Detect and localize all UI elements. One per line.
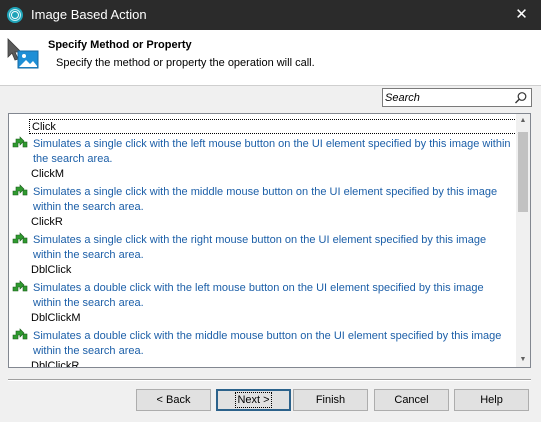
method-name: DblClick [31,264,72,276]
scroll-thumb[interactable] [518,132,528,212]
method-list-items: Click Simulates a single click with the l… [9,114,517,368]
method-item-click[interactable]: Click Simulates a single click with the l… [9,114,517,165]
method-name: DblClickM [31,312,81,324]
method-name: DblClickR [31,360,80,368]
window-title: Image Based Action [31,7,147,22]
help-button-label: Help [480,394,503,406]
method-item-clickm[interactable]: ClickM Simulates a single click with the … [9,162,517,213]
close-button[interactable]: ✕ [502,0,541,30]
divider-highlight [8,380,531,381]
method-icon [12,280,28,292]
search-icon[interactable] [514,91,528,105]
image-action-icon [7,38,39,69]
scroll-down-arrow-icon[interactable]: ▼ [516,353,530,367]
search-box[interactable] [382,88,532,107]
vertical-scrollbar[interactable]: ▲ ▼ [516,114,530,367]
cancel-button-label: Cancel [394,394,429,406]
method-item-dblclickm[interactable]: DblClickM Simulates a double click with t… [9,306,517,357]
method-icon [12,136,28,148]
next-button[interactable]: Next > [216,389,291,411]
method-item-clickr[interactable]: ClickR Simulates a single click with the … [9,210,517,261]
method-name: Click [29,119,517,134]
wizard-header: Specify Method or Property Specify the m… [0,30,541,86]
title-bar: Image Based Action ✕ [0,0,541,30]
next-button-label: Next > [235,392,272,408]
search-input[interactable] [385,90,510,105]
finish-button[interactable]: Finish [293,389,368,411]
method-icon [12,184,28,196]
method-icon [12,232,28,244]
scroll-up-arrow-icon[interactable]: ▲ [516,114,530,128]
help-button[interactable]: Help [454,389,529,411]
method-name: ClickR [31,216,63,228]
page-title: Specify Method or Property [48,39,192,51]
method-list[interactable]: Click Simulates a single click with the l… [8,113,531,368]
method-item-dblclickr[interactable]: DblClickR [9,354,517,368]
cancel-button[interactable]: Cancel [374,389,449,411]
method-name: ClickM [31,168,64,180]
page-subtitle: Specify the method or property the opera… [56,57,315,69]
method-icon [12,328,28,340]
method-item-dblclick[interactable]: DblClick Simulates a double click with th… [9,258,517,309]
finish-button-label: Finish [315,394,346,406]
back-button-label: < Back [156,394,191,406]
back-button[interactable]: < Back [136,389,211,411]
app-icon [7,7,23,23]
